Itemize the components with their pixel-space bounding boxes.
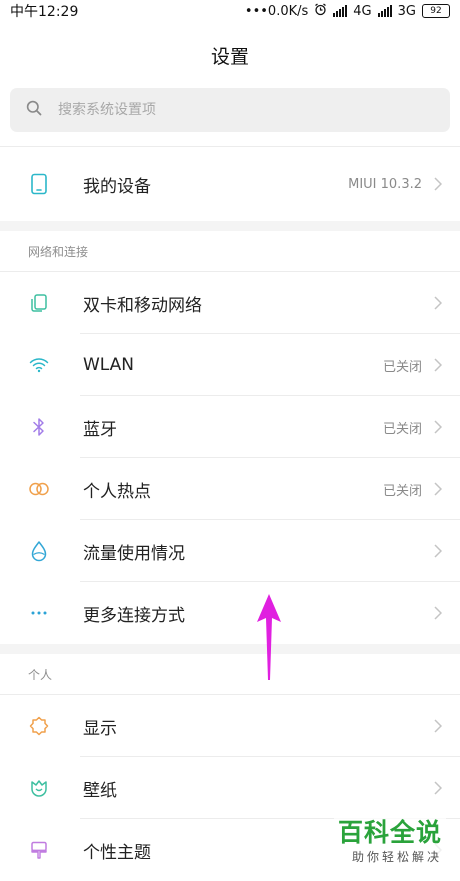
bluetooth-status: 已关闭 [382, 421, 422, 437]
page-title: 设置 [210, 45, 249, 68]
brightness-icon [28, 715, 50, 737]
network-type-2: 3G [397, 3, 416, 19]
status-time: 中午12:29 [10, 4, 79, 20]
signal-strength-icon-2 [377, 5, 392, 17]
chevron-right-icon [432, 719, 444, 733]
chevron-right-icon [432, 544, 444, 558]
settings-row-label: 个人热点 [83, 481, 151, 502]
wlan-status: 已关闭 [382, 359, 422, 375]
section-header-network: 网络和连接 [0, 231, 460, 272]
section-divider [0, 644, 460, 654]
network-speed: •••0.0K/s [244, 3, 309, 19]
settings-row-wallpaper[interactable]: 壁纸 [0, 757, 460, 819]
search-container [0, 88, 460, 132]
alarm-clock-icon [314, 2, 327, 20]
settings-row-label: 壁纸 [83, 780, 117, 801]
phone-icon [28, 173, 50, 195]
hotspot-status: 已关闭 [382, 483, 422, 499]
settings-row-label: 双卡和移动网络 [83, 295, 202, 316]
battery-icon: 92 [422, 4, 450, 18]
search-icon [26, 100, 42, 120]
sim-cards-icon [28, 292, 50, 314]
more-dots-icon [28, 602, 50, 624]
status-bar: 中午12:29 •••0.0K/s 4G 3G 92 [0, 0, 460, 22]
settings-row-bluetooth[interactable]: 蓝牙 已关闭 [0, 396, 460, 458]
settings-row-hotspot[interactable]: 个人热点 已关闭 [0, 458, 460, 520]
watermark-subtitle: 助你轻松解决 [351, 850, 442, 864]
section-divider [0, 221, 460, 231]
settings-row-label: WLAN [83, 355, 135, 375]
search-input[interactable] [56, 101, 400, 119]
settings-row-display[interactable]: 显示 [0, 695, 460, 757]
search-bar[interactable] [10, 88, 450, 132]
chevron-right-icon [432, 296, 444, 310]
bluetooth-icon [28, 416, 50, 438]
section-header-personal: 个人 [0, 654, 460, 695]
wifi-icon [28, 354, 50, 376]
hotspot-icon [28, 478, 50, 500]
settings-row-label: 蓝牙 [83, 419, 117, 440]
chevron-right-icon [432, 177, 444, 191]
status-indicators: •••0.0K/s 4G 3G 92 [244, 2, 450, 20]
watermark-title: 百科全说 [337, 818, 442, 847]
settings-row-label: 流量使用情况 [83, 543, 185, 564]
network-type-1: 4G [353, 3, 372, 19]
settings-row-wlan[interactable]: WLAN 已关闭 [0, 334, 460, 396]
spacer [0, 132, 460, 147]
signal-strength-icon [333, 5, 348, 17]
settings-row-dual-sim[interactable]: 双卡和移动网络 [0, 272, 460, 334]
chevron-right-icon [432, 420, 444, 434]
watermark-logo: 百科全说 助你轻松解决 [333, 816, 446, 867]
theme-brush-icon [28, 839, 50, 861]
chevron-right-icon [432, 606, 444, 620]
settings-row-label: 我的设备 [83, 176, 151, 197]
chevron-right-icon [432, 781, 444, 795]
settings-row-data-usage[interactable]: 流量使用情况 [0, 520, 460, 582]
settings-row-my-device[interactable]: 我的设备 MIUI 10.3.2 [0, 147, 460, 221]
device-version: MIUI 10.3.2 [348, 176, 422, 192]
arrow-up-annotation-icon [256, 594, 282, 684]
settings-row-more-connections[interactable]: 更多连接方式 [0, 582, 460, 644]
chevron-right-icon [432, 482, 444, 496]
data-drop-icon [28, 540, 50, 562]
settings-row-label: 显示 [83, 718, 117, 739]
chevron-right-icon [432, 358, 444, 372]
wallpaper-tulip-icon [28, 777, 50, 799]
